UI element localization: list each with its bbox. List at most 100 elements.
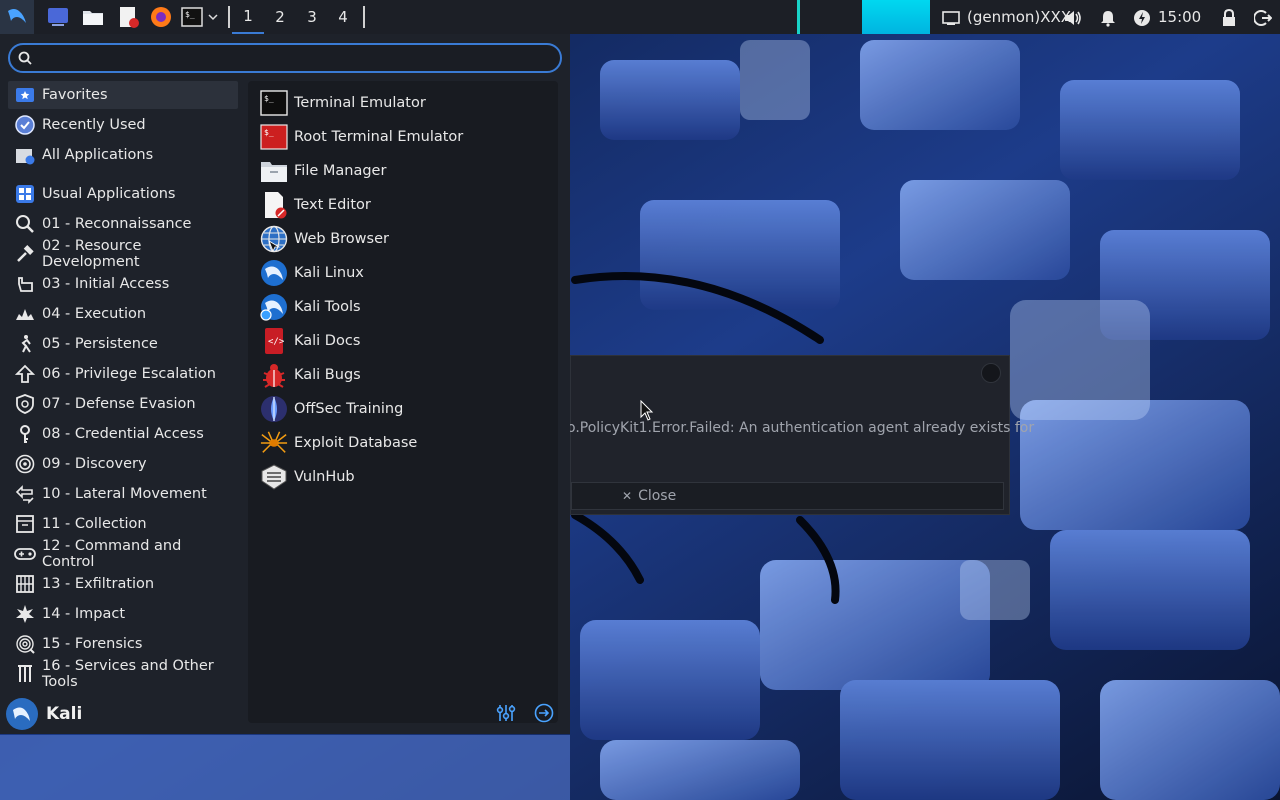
lateral-arrows-icon (14, 483, 36, 505)
workspace-1[interactable]: 1 (232, 0, 264, 34)
file-manager-launcher[interactable] (81, 5, 105, 29)
app-label: Terminal Emulator (294, 95, 426, 111)
bug-icon (260, 361, 288, 389)
logout-button[interactable] (1251, 6, 1275, 30)
shield-icon (14, 393, 36, 415)
category-usual-applications[interactable]: Usual Applications (8, 180, 238, 208)
category-lateral-movement[interactable]: 10 - Lateral Movement (8, 480, 238, 508)
category-credential-access[interactable]: 08 - Credential Access (8, 420, 238, 448)
genmon-text[interactable]: (genmon)XXX (967, 0, 1071, 34)
log-out-button[interactable] (533, 702, 555, 724)
category-label: 15 - Forensics (42, 636, 143, 652)
star-icon (14, 84, 36, 106)
category-collection[interactable]: 11 - Collection (8, 510, 238, 538)
fingerprint-icon (14, 633, 36, 655)
terminal-launcher[interactable]: $_ (180, 5, 204, 29)
kali-tools-icon (260, 293, 288, 321)
category-reconnaissance[interactable]: 01 - Reconnaissance (8, 210, 238, 238)
firefox-icon (151, 7, 171, 27)
app-terminal-emulator[interactable]: $_ Terminal Emulator (260, 87, 550, 119)
network-status[interactable] (939, 6, 963, 30)
category-forensics[interactable]: 15 - Forensics (8, 630, 238, 658)
show-desktop-button[interactable] (46, 5, 70, 29)
app-text-editor[interactable]: Text Editor (260, 189, 550, 221)
category-label: 16 - Services and Other Tools (42, 658, 214, 690)
svg-text:$_: $_ (185, 10, 195, 19)
app-kali-bugs[interactable]: Kali Bugs (260, 359, 550, 391)
category-execution[interactable]: 04 - Execution (8, 300, 238, 328)
workspace-4[interactable]: 4 (327, 0, 359, 34)
cpu-graph-line (797, 0, 800, 34)
app-vulnhub[interactable]: VulnHub (260, 461, 550, 493)
key-icon (14, 423, 36, 445)
search-box[interactable] (8, 43, 562, 73)
category-all-applications[interactable]: All Applications (8, 141, 238, 169)
tools-icon (14, 663, 36, 685)
notifications-button[interactable] (1096, 6, 1120, 30)
category-discovery[interactable]: 09 - Discovery (8, 450, 238, 478)
category-label: 09 - Discovery (42, 456, 147, 472)
clock[interactable]: 15:00 (1158, 0, 1201, 34)
grid-icon (14, 183, 36, 205)
globe-icon (260, 225, 288, 253)
text-editor-icon (260, 191, 288, 219)
close-button-label: Close (638, 488, 677, 504)
app-web-browser[interactable]: Web Browser (260, 223, 550, 255)
workspace-2[interactable]: 2 (264, 0, 296, 34)
category-initial-access[interactable]: 03 - Initial Access (8, 270, 238, 298)
app-label: Exploit Database (294, 435, 418, 451)
text-editor-icon (120, 7, 139, 28)
category-impact[interactable]: 14 - Impact (8, 600, 238, 628)
close-button[interactable]: ✕ Close (571, 482, 1004, 510)
category-favorites[interactable]: Favorites (8, 81, 238, 109)
close-icon: ✕ (622, 489, 633, 503)
app-offsec-training[interactable]: OffSec Training (260, 393, 550, 425)
category-persistence[interactable]: 05 - Persistence (8, 330, 238, 358)
category-label: Recently Used (42, 117, 146, 133)
app-kali-tools[interactable]: Kali Tools (260, 291, 550, 323)
battery-charging-icon (1134, 10, 1150, 26)
app-label: Kali Linux (294, 265, 364, 281)
category-label: 10 - Lateral Movement (42, 486, 207, 502)
category-exfiltration[interactable]: 13 - Exfiltration (8, 570, 238, 598)
offsec-icon (260, 395, 288, 423)
bell-icon (1101, 11, 1115, 27)
app-file-manager[interactable]: File Manager (260, 155, 550, 187)
app-label: OffSec Training (294, 401, 404, 417)
category-label: 08 - Credential Access (42, 426, 204, 442)
terminal-dropdown[interactable] (204, 5, 222, 29)
category-recently-used[interactable]: Recently Used (8, 111, 238, 139)
category-label: 11 - Collection (42, 516, 147, 532)
category-services-and-other-tools[interactable]: 16 - Services and Other Tools (8, 658, 238, 690)
text-editor-launcher[interactable] (116, 5, 140, 29)
all-apps-icon (14, 144, 36, 166)
window-close-button[interactable] (981, 363, 1001, 383)
search-input[interactable] (40, 50, 540, 66)
category-label: 14 - Impact (42, 606, 126, 622)
app-exploit-database[interactable]: Exploit Database (260, 427, 550, 459)
speaker-icon (1065, 11, 1081, 25)
category-defense-evasion[interactable]: 07 - Defense Evasion (8, 390, 238, 418)
category-label: Favorites (42, 87, 108, 103)
app-label: VulnHub (294, 469, 355, 485)
lock-screen-button[interactable] (1217, 6, 1241, 30)
cpu-graph[interactable] (862, 0, 930, 34)
workspace-3[interactable]: 3 (296, 0, 328, 34)
kali-dragon-icon (8, 9, 26, 23)
search-icon (10, 51, 40, 65)
settings-manager-button[interactable] (495, 702, 517, 724)
explosion-icon (14, 303, 36, 325)
app-kali-docs[interactable]: </> Kali Docs (260, 325, 550, 357)
mouse-cursor-icon (640, 400, 654, 421)
app-kali-linux[interactable]: Kali Linux (260, 257, 550, 289)
applications-menu-button[interactable] (0, 0, 34, 34)
svg-text:</>: </> (268, 337, 285, 347)
category-command-and-control[interactable]: 12 - Command and Control (8, 538, 238, 570)
category-privilege-escalation[interactable]: 06 - Privilege Escalation (8, 360, 238, 388)
top-panel: $_ 1 2 3 4 (genmon)XXX 15:00 (0, 0, 1280, 34)
power-manager[interactable] (1130, 6, 1154, 30)
web-browser-launcher[interactable] (149, 5, 173, 29)
volume-control[interactable] (1061, 6, 1085, 30)
app-root-terminal-emulator[interactable]: $_ Root Terminal Emulator (260, 121, 550, 153)
category-resource-development[interactable]: 02 - Resource Development (8, 238, 238, 270)
